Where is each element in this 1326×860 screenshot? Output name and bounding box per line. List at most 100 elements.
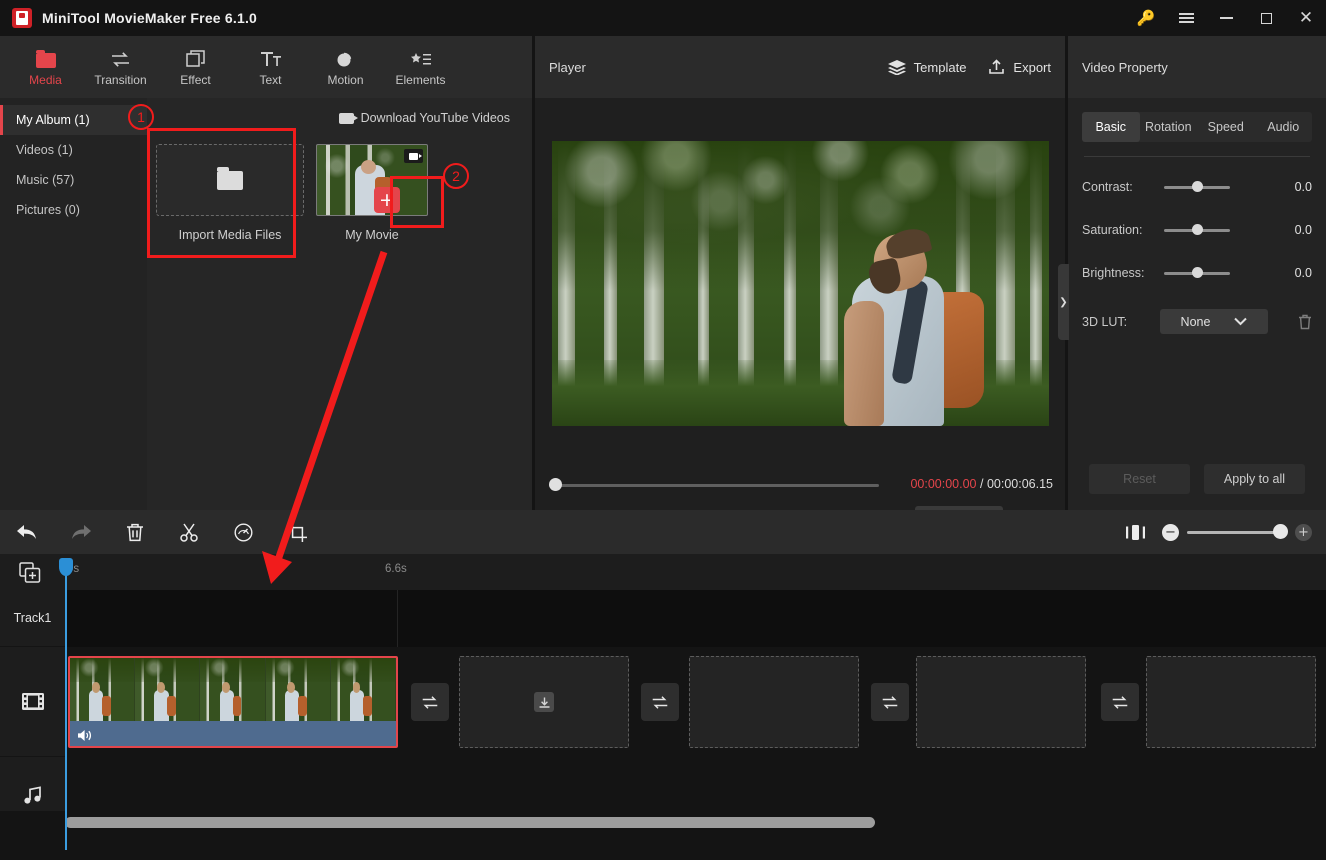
sidebar-item-music[interactable]: Music (57) (0, 165, 147, 195)
transition-slot[interactable] (871, 683, 909, 721)
media-drop-zone[interactable] (459, 656, 629, 748)
album-label: Videos (1) (16, 143, 73, 157)
timeline-clip[interactable] (68, 656, 398, 748)
contrast-slider[interactable] (1164, 181, 1230, 192)
fit-timeline-icon[interactable] (1108, 510, 1162, 554)
player-title: Player (549, 59, 586, 75)
speaker-icon[interactable] (78, 729, 93, 742)
seek-slider[interactable] (549, 478, 879, 491)
close-icon[interactable]: ✕ (1286, 0, 1326, 36)
crop-icon[interactable] (270, 510, 324, 554)
timeline-ruler[interactable]: 0s 6.6s (0, 554, 1326, 590)
speed-gauge-icon[interactable] (216, 510, 270, 554)
minimize-icon[interactable] (1206, 0, 1246, 36)
tab-audio[interactable]: Audio (1255, 112, 1313, 142)
album-label: Pictures (0) (16, 203, 80, 217)
undo-icon[interactable] (0, 510, 54, 554)
tab-basic[interactable]: Basic (1082, 112, 1140, 142)
video-property-panel: ❯ Video Property Basic Rotation Speed Au… (1058, 36, 1326, 510)
toolbar-item-text[interactable]: Text (233, 38, 308, 96)
total-time: 00:00:06.15 (986, 477, 1053, 491)
toolbar-item-effect[interactable]: Effect (158, 38, 233, 96)
trash-icon[interactable] (108, 510, 162, 554)
sidebar-item-videos[interactable]: Videos (1) (0, 135, 147, 165)
tab-rotation[interactable]: Rotation (1140, 112, 1198, 142)
chevron-down-icon (1234, 317, 1248, 326)
add-track-icon[interactable] (19, 562, 43, 584)
transition-slot[interactable] (641, 683, 679, 721)
add-to-timeline-button[interactable]: + (374, 187, 400, 213)
toolbar-item-media[interactable]: Media (8, 38, 83, 96)
export-button[interactable]: Export (988, 59, 1051, 75)
text-lane[interactable] (65, 590, 1326, 647)
lut-row: 3D LUT: None (1082, 309, 1312, 334)
sidebar-item-my-album[interactable]: My Album (1) (0, 105, 147, 135)
trash-icon[interactable] (1298, 314, 1312, 330)
app-window: MiniTool MovieMaker Free 6.1.0 🔑 ✕ Media… (0, 0, 1326, 860)
timeline-tracks: Track1 (0, 590, 1326, 835)
main-toolbar: Media Transition Effect Text Motion Elem… (0, 36, 532, 98)
transition-slot[interactable] (411, 683, 449, 721)
lut-select[interactable]: None (1160, 309, 1268, 334)
scrollbar-thumb[interactable] (65, 817, 875, 828)
apply-to-all-button[interactable]: Apply to all (1204, 464, 1305, 494)
saturation-slider[interactable] (1164, 224, 1230, 235)
media-drop-zone[interactable] (1146, 656, 1316, 748)
seek-knob[interactable] (549, 478, 562, 491)
media-drop-zone[interactable] (916, 656, 1086, 748)
zoom-slider[interactable] (1187, 524, 1288, 539)
video-badge-icon (404, 149, 423, 163)
track1-label: Track1 (0, 590, 65, 647)
playhead[interactable] (59, 558, 73, 850)
download-youtube-videos-button[interactable]: Download YouTube Videos (333, 106, 516, 130)
toolbar-item-transition[interactable]: Transition (83, 38, 158, 96)
transition-slot[interactable] (1101, 683, 1139, 721)
app-logo-icon (12, 8, 32, 28)
template-button[interactable]: Template (887, 59, 967, 75)
timeline-hscrollbar[interactable] (0, 811, 1326, 835)
toolbar-item-elements[interactable]: Elements (383, 38, 458, 96)
zoom-out-icon[interactable]: − (1162, 523, 1179, 541)
import-media-files-button[interactable] (156, 144, 304, 216)
scissors-icon[interactable] (162, 510, 216, 554)
media-panel: My Album (1) Videos (1) Music (57) Pictu… (0, 98, 532, 510)
video-lane[interactable] (65, 647, 1326, 757)
template-label: Template (913, 59, 967, 75)
tab-speed[interactable]: Speed (1197, 112, 1255, 142)
film-strip-icon[interactable] (0, 647, 65, 757)
folder-open-icon (217, 166, 243, 190)
player-panel: Player Template Export 00:00:00.00 / 00:… (535, 36, 1065, 546)
export-label: Export (1013, 59, 1051, 75)
media-thumbnail[interactable]: + (316, 144, 428, 216)
download-youtube-label: Download YouTube Videos (360, 111, 510, 125)
media-content-area: Download YouTube Videos Import Media Fil… (147, 98, 532, 510)
hamburger-menu-icon[interactable] (1166, 0, 1206, 36)
redo-icon[interactable] (54, 510, 108, 554)
reset-button[interactable]: Reset (1089, 464, 1190, 494)
panel-collapse-handle[interactable]: ❯ (1058, 264, 1069, 340)
drop-media-icon (534, 692, 554, 712)
timeline-toolbar: − + (0, 510, 1326, 554)
brightness-slider[interactable] (1164, 267, 1230, 278)
media-item-my-movie[interactable]: + My Movie (316, 144, 436, 242)
zoom-knob[interactable] (1273, 524, 1288, 539)
maximize-icon[interactable] (1246, 0, 1286, 36)
toolbar-item-motion[interactable]: Motion (308, 38, 383, 96)
import-media-card: Import Media Files (156, 144, 304, 242)
timeline-zoom-controls: − + (1108, 510, 1326, 554)
timecode-display: 00:00:00.00 / 00:00:06.15 (910, 477, 1053, 491)
sidebar-item-pictures[interactable]: Pictures (0) (0, 195, 147, 225)
key-icon[interactable]: 🔑 (1126, 0, 1166, 36)
preview-canopy (551, 140, 1049, 291)
contrast-row: Contrast: 0.0 (1082, 174, 1312, 200)
saturation-row: Saturation: 0.0 (1082, 217, 1312, 243)
playhead-handle[interactable] (59, 558, 73, 576)
transition-icon (110, 48, 131, 68)
video-preview[interactable] (551, 140, 1049, 426)
property-tabs: Basic Rotation Speed Audio (1082, 112, 1312, 142)
brightness-row: Brightness: 0.0 (1082, 260, 1312, 286)
brightness-label: Brightness: (1082, 266, 1145, 280)
zoom-in-icon[interactable]: + (1295, 523, 1312, 541)
toolbar-label: Elements (395, 72, 446, 87)
media-drop-zone[interactable] (689, 656, 859, 748)
